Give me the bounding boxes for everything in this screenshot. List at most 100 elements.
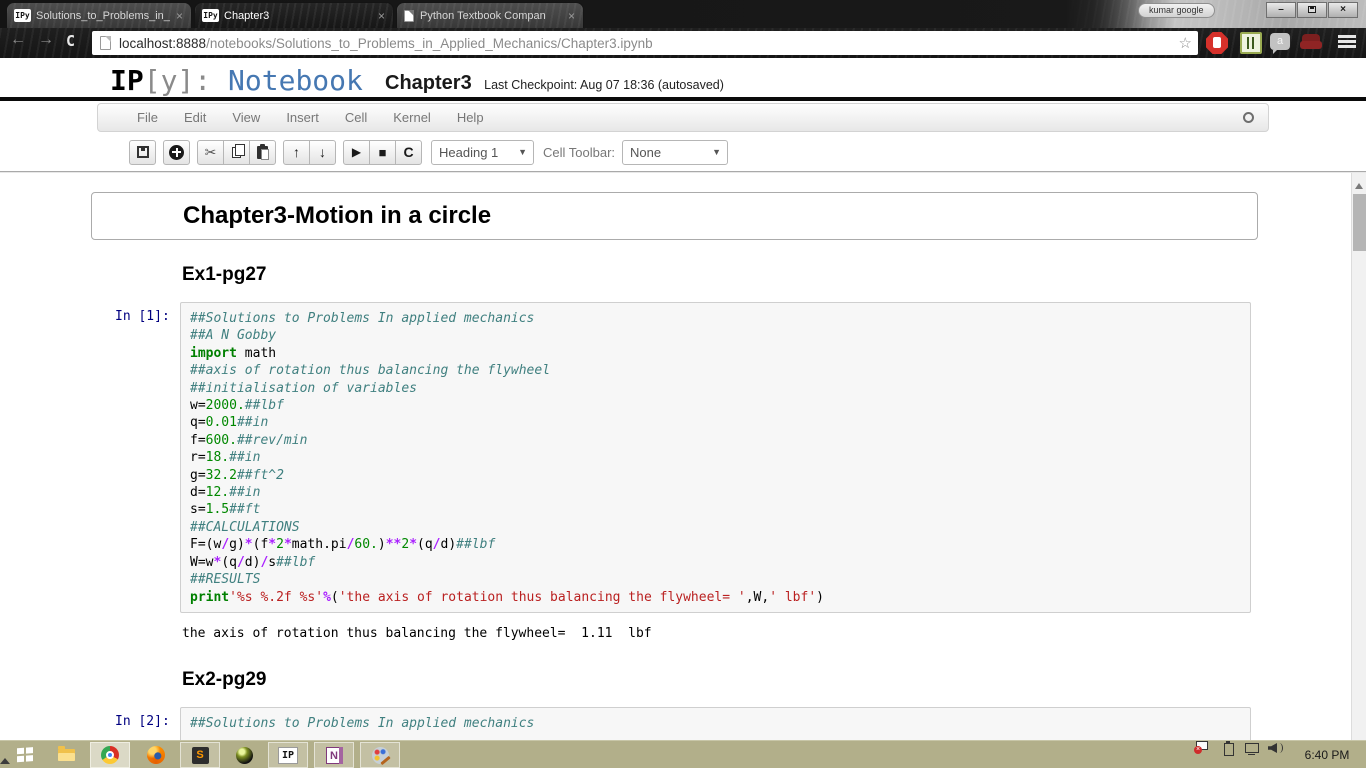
ipython-logo[interactable]: IP[y]: Notebook — [110, 64, 363, 97]
adblock-hand-icon[interactable] — [1206, 32, 1228, 54]
network-icon[interactable] — [1244, 741, 1260, 755]
volume-icon[interactable] — [1268, 741, 1284, 755]
scrollbar[interactable] — [1351, 173, 1366, 740]
heading-cell-selected[interactable]: Chapter3-Motion in a circle — [91, 192, 1258, 240]
code-token: print — [190, 589, 230, 605]
section-heading[interactable]: Ex1-pg27 — [182, 264, 266, 286]
stop-button[interactable] — [369, 139, 396, 165]
taskbar-clock[interactable]: 6:40 PM — [1296, 748, 1358, 762]
copy-button[interactable] — [223, 139, 250, 165]
code-input[interactable]: ##Solutions to Problems In applied mecha… — [180, 707, 1251, 740]
code-token: ##axis of rotation thus balancing the fl… — [190, 363, 551, 379]
taskbar-onenote[interactable]: N — [314, 742, 354, 768]
code-token: s — [268, 554, 277, 570]
code-input[interactable]: ##Solutions to Problems In applied mecha… — [180, 302, 1251, 613]
move-up-button[interactable] — [283, 139, 310, 165]
bookmark-star-icon[interactable]: ☆ — [1173, 34, 1192, 52]
scrollbar-thumb[interactable] — [1353, 194, 1366, 251]
code-token: / — [236, 554, 245, 570]
code-token: (q — [417, 537, 433, 553]
taskbar-sublime-text[interactable]: S — [180, 742, 220, 768]
toolbar-divider — [0, 171, 1366, 172]
food-utensils-icon[interactable] — [1240, 32, 1262, 54]
menu-kernel[interactable]: Kernel — [380, 104, 444, 131]
code-token: * — [409, 537, 418, 553]
reload-icon[interactable]: C — [66, 32, 75, 50]
menu-cell[interactable]: Cell — [332, 104, 380, 131]
toolbar: Heading 1▼ Cell Toolbar: None▼ — [129, 139, 729, 165]
menu-file[interactable]: File — [124, 104, 171, 131]
cell-toolbar-select[interactable]: None ▼ — [622, 139, 729, 165]
url-text[interactable]: localhost:8888/notebooks/Solutions_to_Pr… — [119, 36, 1173, 51]
paste-button[interactable] — [249, 139, 276, 165]
speech-bubble-icon[interactable]: a — [1270, 33, 1290, 54]
taskbar-app-ball[interactable] — [224, 742, 264, 768]
save-button[interactable] — [129, 139, 156, 165]
code-token: 60. — [354, 537, 378, 553]
kernel-status-icon — [1243, 112, 1254, 123]
browser-tab[interactable]: IPy Solutions_to_Problems_in_ × — [6, 2, 192, 28]
code-token: % — [323, 589, 331, 605]
chrome-menu-icon[interactable] — [1336, 34, 1358, 56]
browser-tab[interactable]: Python Textbook Compan × — [396, 2, 584, 28]
code-token: q= — [190, 415, 206, 431]
code-token: 2 — [276, 537, 284, 553]
stop-icon — [379, 146, 387, 159]
file-explorer-icon — [57, 746, 75, 761]
url-bar[interactable]: localhost:8888/notebooks/Solutions_to_Pr… — [92, 31, 1198, 55]
taskbar-firefox[interactable] — [136, 742, 176, 768]
code-token: ) — [816, 589, 824, 605]
code-token: ##rev/min — [236, 432, 308, 448]
menu-help[interactable]: Help — [444, 104, 497, 131]
code-token: ( — [330, 589, 339, 605]
section-heading[interactable]: Ex2-pg29 — [182, 669, 266, 691]
chrome-icon — [101, 746, 119, 764]
code-line: print'%s %.2f %s'%('the axis of rotation… — [190, 589, 1241, 606]
menu-edit[interactable]: Edit — [171, 104, 219, 131]
code-token: ##RESULTS — [190, 572, 261, 588]
paste-icon — [257, 143, 269, 160]
taskbar-paint[interactable] — [360, 742, 400, 768]
code-line: w=2000.##lbf — [190, 397, 1241, 414]
code-line: ##A N Gobby — [190, 327, 1241, 344]
tab-close-icon[interactable]: × — [566, 10, 577, 22]
code-line: W=w*(q/d)/s##lbf — [190, 554, 1241, 571]
cell-type-select[interactable]: Heading 1 ▼ — [431, 139, 534, 165]
forward-icon[interactable]: → — [38, 31, 54, 49]
chevron-down-icon: ▼ — [518, 147, 527, 157]
taskbar-ipython[interactable]: IP — [268, 742, 308, 768]
tab-close-icon[interactable]: × — [376, 10, 387, 22]
menu-insert[interactable]: Insert — [273, 104, 332, 131]
run-button[interactable] — [343, 139, 370, 165]
code-token: import — [190, 345, 237, 361]
window-restore-button[interactable] — [1297, 2, 1327, 18]
menu-view[interactable]: View — [219, 104, 273, 131]
move-down-button[interactable] — [309, 139, 336, 165]
code-token: math — [236, 345, 277, 361]
taskbar-file-explorer[interactable] — [46, 742, 86, 768]
browser-profile-name[interactable]: kumar google — [1138, 3, 1215, 18]
flag-alert-icon[interactable] — [1194, 741, 1208, 755]
tab-close-icon[interactable]: × — [174, 10, 185, 22]
window-minimize-button[interactable]: – — [1266, 2, 1296, 18]
code-token: ##in — [229, 450, 261, 466]
armchair-icon[interactable] — [1300, 32, 1322, 54]
back-icon[interactable]: ← — [10, 31, 26, 49]
code-token: ##lbf — [276, 554, 316, 570]
scrollbar-up-icon[interactable] — [1355, 179, 1363, 189]
notebook-scroll-area[interactable]: Chapter3-Motion in a circle Ex1-pg27 In [1… — [0, 173, 1351, 740]
taskbar-chrome[interactable] — [90, 742, 130, 768]
notebook-title[interactable]: Chapter3 — [385, 72, 472, 94]
menu-bar: File Edit View Insert Cell Kernel Help — [97, 103, 1269, 132]
chevron-down-icon: ▼ — [712, 147, 722, 157]
window-close-button[interactable]: × — [1328, 2, 1358, 18]
battery-icon[interactable] — [1220, 741, 1234, 756]
browser-tab[interactable]: IPy Chapter3 × — [194, 2, 394, 28]
cut-button[interactable] — [197, 139, 224, 165]
tab-title: Chapter3 — [224, 9, 270, 22]
start-button[interactable] — [8, 744, 42, 766]
code-token: s= — [190, 502, 206, 518]
run-icon — [352, 145, 361, 159]
add-cell-button[interactable] — [163, 139, 190, 165]
restart-button[interactable] — [395, 139, 422, 165]
